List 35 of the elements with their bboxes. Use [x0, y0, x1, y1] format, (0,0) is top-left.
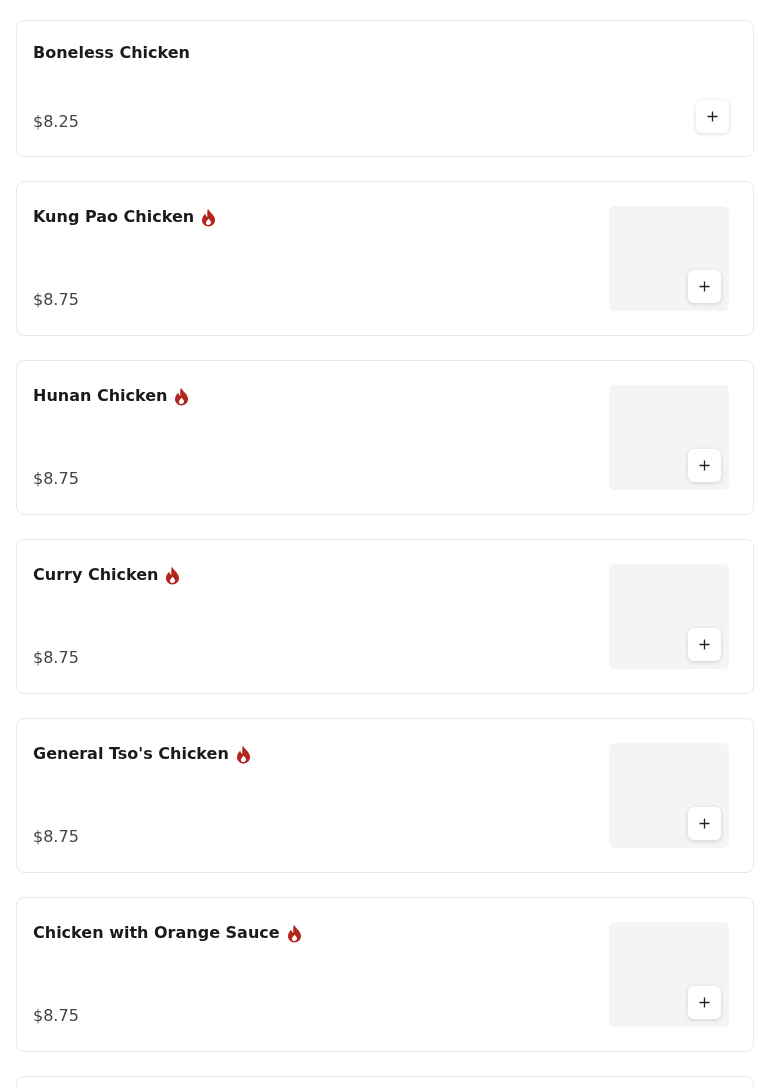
flame-icon [201, 207, 217, 227]
flame-icon [286, 923, 302, 943]
item-price: $8.75 [33, 826, 80, 848]
plus-icon [707, 111, 718, 122]
item-price: $8.75 [33, 647, 80, 669]
item-name: Chicken with Orange Sauce [33, 922, 280, 944]
item-name: Kung Pao Chicken [33, 206, 195, 228]
item-price: $8.75 [33, 468, 80, 490]
item-price: $8.75 [33, 1005, 80, 1027]
item-name: Boneless Chicken [33, 42, 190, 64]
item-price: $8.25 [33, 111, 80, 133]
plus-icon [699, 460, 710, 471]
item-name: Curry Chicken [33, 564, 159, 586]
add-button[interactable] [696, 100, 729, 133]
add-button[interactable] [688, 986, 721, 1019]
add-button[interactable] [688, 807, 721, 840]
add-button[interactable] [688, 628, 721, 661]
item-name: Hunan Chicken [33, 385, 168, 407]
menu-item-card[interactable]: Kung Pao Chicken $8.75 [16, 181, 754, 336]
add-button[interactable] [688, 449, 721, 482]
plus-icon [699, 281, 710, 292]
flame-icon [235, 744, 251, 764]
add-button[interactable] [688, 270, 721, 303]
item-price: $8.75 [33, 289, 80, 311]
menu-item-card[interactable]: General Tso's Chicken $8.75 [16, 718, 754, 873]
plus-icon [699, 639, 710, 650]
menu-item-card[interactable]: Chicken with Orange Sauce $8.75 [16, 897, 754, 1052]
menu-item-card[interactable]: Curry Chicken $8.75 [16, 539, 754, 694]
flame-icon [165, 565, 181, 585]
item-name: General Tso's Chicken [33, 743, 229, 765]
menu-item-card[interactable]: Hunan Chicken $8.75 [16, 360, 754, 515]
plus-icon [699, 818, 710, 829]
plus-icon [699, 997, 710, 1008]
menu-item-card[interactable]: Boneless Chicken $8.25 [16, 20, 754, 157]
flame-icon [174, 386, 190, 406]
